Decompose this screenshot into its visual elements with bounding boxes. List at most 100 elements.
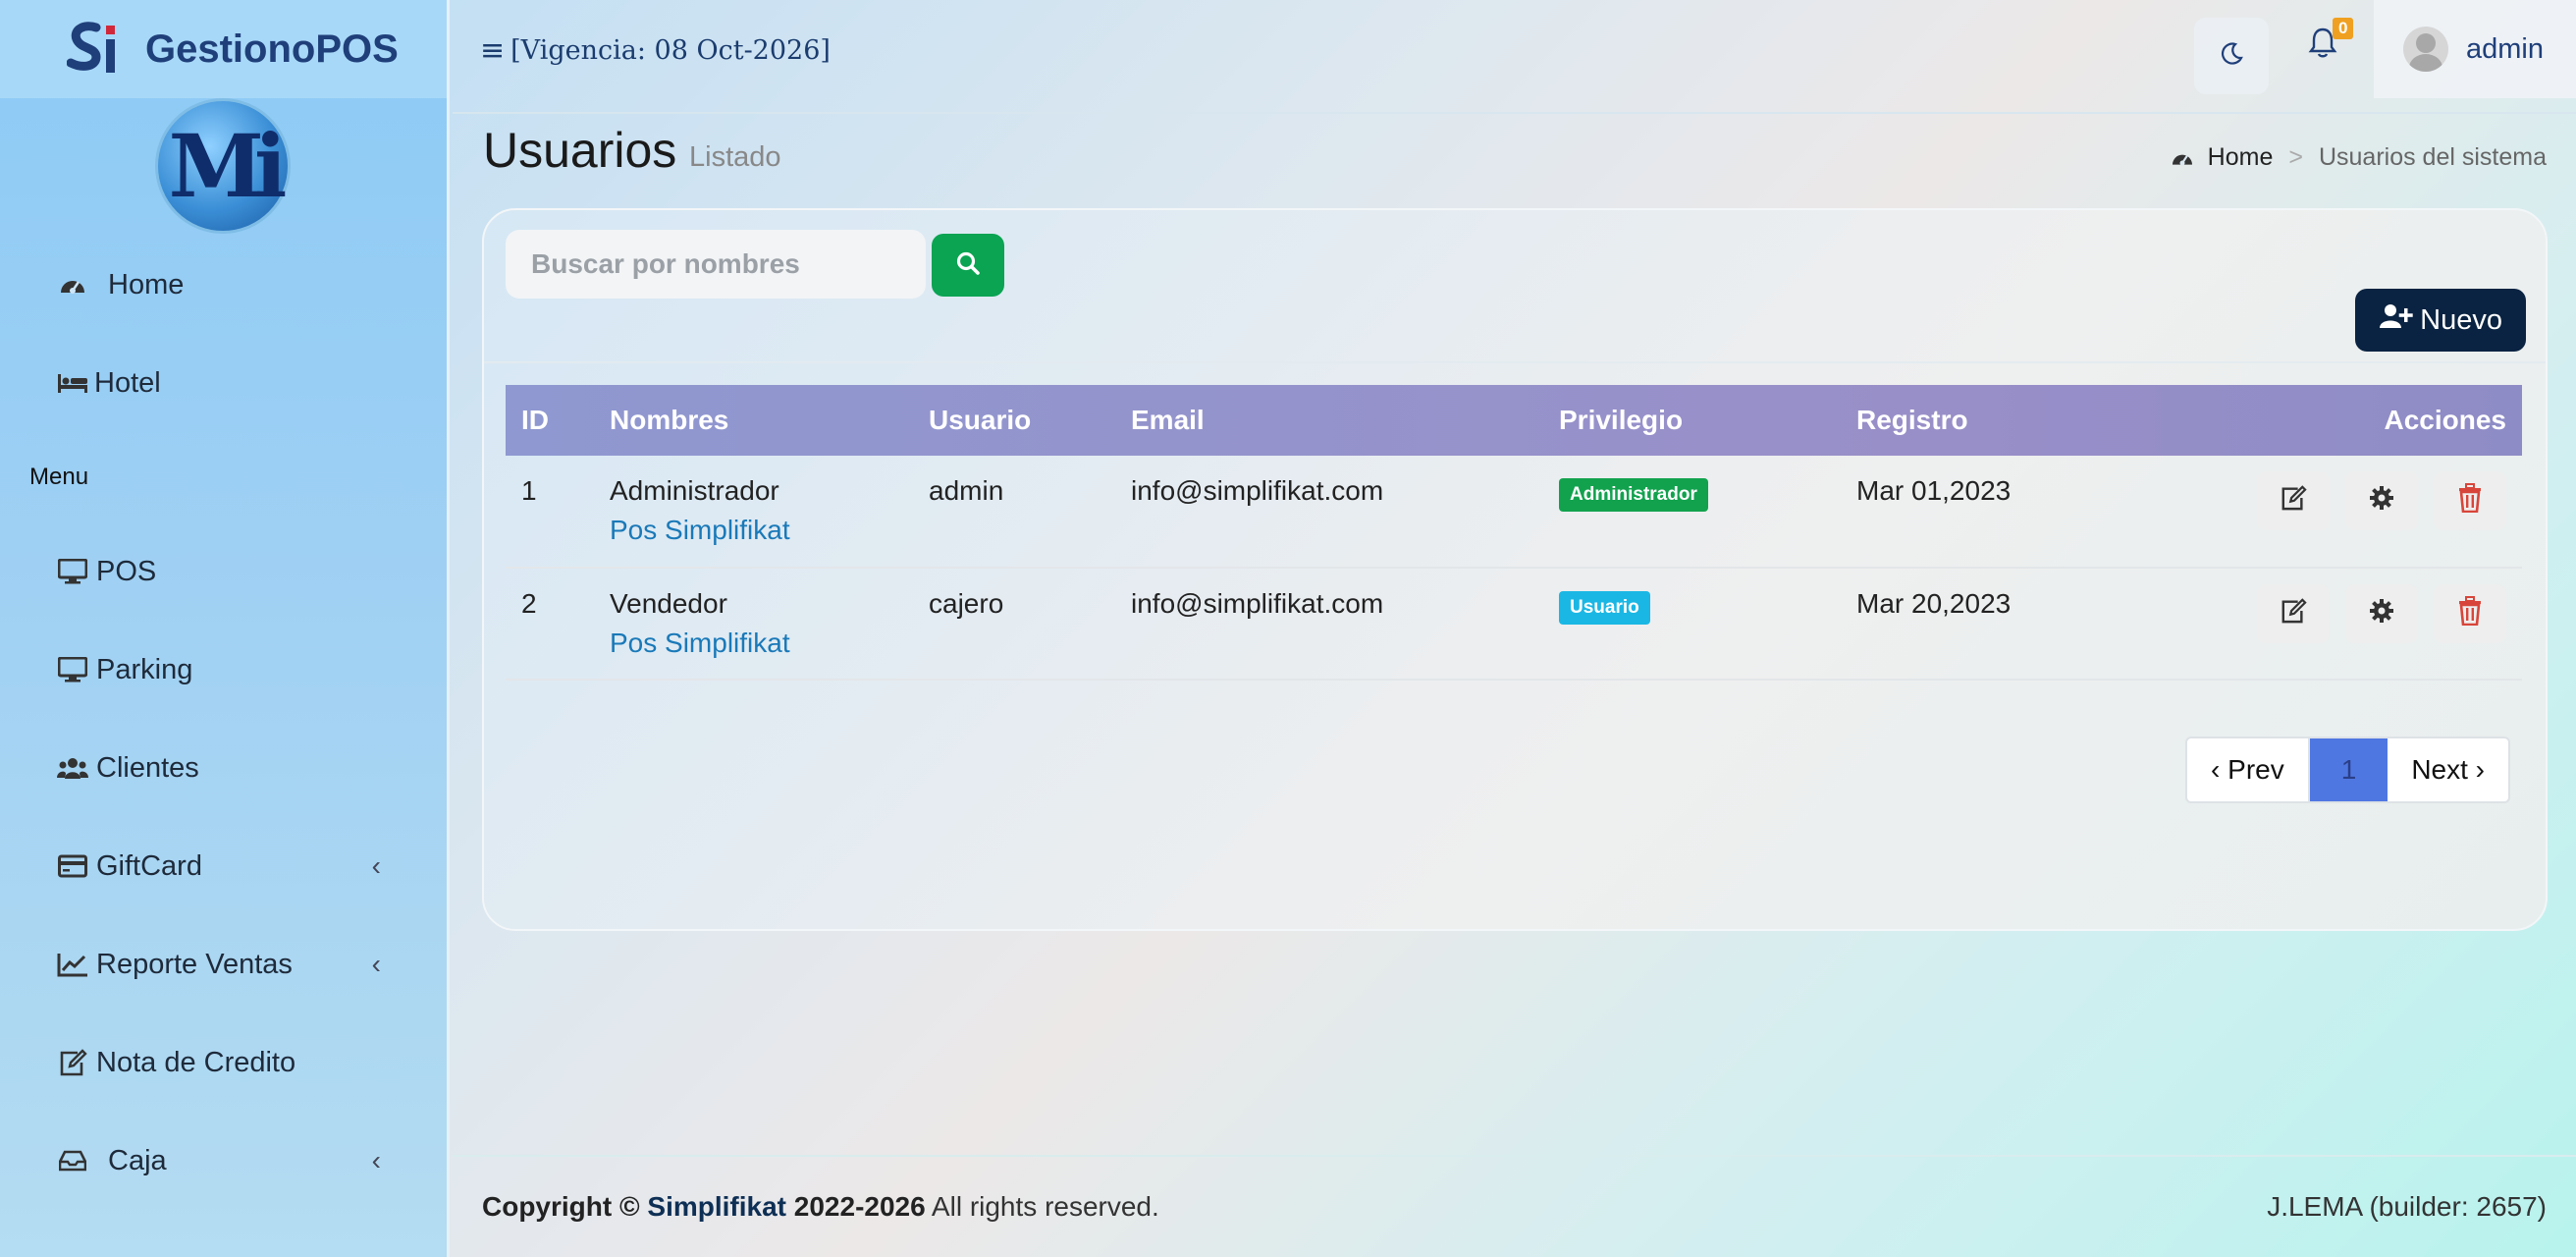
user-name: admin <box>2466 32 2544 65</box>
cell-usuario: cajero <box>913 568 1115 681</box>
footer: Copyright © Simplifikat 2022-2026 All ri… <box>453 1155 2576 1257</box>
sidebar-item-label: Home <box>108 268 185 301</box>
search-button[interactable] <box>932 234 1004 297</box>
builder-info: J.LEMA (builder: 2657) <box>2267 1191 2547 1222</box>
cell-nombres: Vendedor Pos Simplifikat <box>594 568 913 681</box>
cell-registro: Mar 01,2023 <box>1841 456 2135 569</box>
sidebar-item-hotel[interactable]: Hotel <box>0 334 450 432</box>
delete-button[interactable] <box>2434 584 2506 643</box>
credit-card-icon <box>57 854 88 878</box>
cell-id: 2 <box>506 568 594 681</box>
sidebar-item-reporte-ventas[interactable]: Reporte Ventas ‹ <box>0 915 450 1013</box>
sidebar-item-nota-de-credito[interactable]: Nota de Credito <box>0 1013 450 1112</box>
new-user-button-label: Nuevo <box>2420 303 2502 336</box>
table-row: 2 Vendedor Pos Simplifikat cajero info@s… <box>506 568 2522 681</box>
column-header-usuario: Usuario <box>929 405 1032 435</box>
copyright-company[interactable]: Simplifikat <box>647 1191 786 1222</box>
column-header-privilegio: Privilegio <box>1559 405 1684 435</box>
sidebar-nav: Home Hotel Menu POS Parking Clientes Gif… <box>0 236 450 1210</box>
sidebar-item-label: Hotel <box>94 366 161 399</box>
sidebar-item-label: Caja <box>108 1144 167 1176</box>
company-link[interactable]: Pos Simplifikat <box>610 628 913 659</box>
edit-icon <box>57 1049 88 1076</box>
column-header-acciones: Acciones <box>2384 405 2507 435</box>
line-chart-icon <box>57 952 88 977</box>
user-menu[interactable]: admin <box>2374 0 2576 98</box>
cell-privilegio: Administrador <box>1543 456 1841 569</box>
dashboard-icon <box>57 273 88 297</box>
cell-usuario: admin <box>913 456 1115 569</box>
topbar: ≡ [Vigencia: 08 Oct-2026] <box>453 0 2576 114</box>
settings-button[interactable] <box>2345 471 2419 530</box>
sidebar-item-label: POS <box>96 555 157 587</box>
dashboard-icon <box>2171 148 2194 168</box>
user-full-name: Vendedor <box>610 588 727 619</box>
user-full-name: Administrador <box>610 475 779 506</box>
dark-mode-toggle[interactable] <box>2194 18 2269 94</box>
divider <box>484 361 2546 363</box>
company-logo-text: Mi <box>168 115 288 217</box>
sidebar-item-giftcard[interactable]: GiftCard ‹ <box>0 817 450 915</box>
trash-icon <box>2457 482 2483 519</box>
edit-button[interactable] <box>2257 584 2331 643</box>
menu-header: Menu <box>29 464 89 490</box>
copyright-prefix: Copyright © <box>482 1191 640 1222</box>
sidebar-item-caja[interactable]: Caja ‹ <box>0 1112 450 1210</box>
vigencia-text: [Vigencia: 08 Oct-2026] <box>510 35 831 66</box>
cell-id: 1 <box>506 456 594 569</box>
chevron-left-icon: ‹ <box>371 949 381 979</box>
status-badge: Usuario <box>1559 591 1650 625</box>
pagination-prev[interactable]: ‹ Prev <box>2187 738 2310 801</box>
copyright-rights: All rights reserved. <box>931 1191 1159 1222</box>
pagination: ‹ Prev 1 Next › <box>2185 737 2510 803</box>
inbox-icon <box>57 1149 88 1173</box>
brand-logo-icon <box>66 22 126 77</box>
breadcrumb-home-link[interactable]: Home <box>2208 143 2274 172</box>
search-icon <box>955 250 981 281</box>
menu-toggle-icon[interactable]: ≡ <box>480 33 505 68</box>
sidebar: GestionoPOS Mi Home Hotel Menu POS Parki… <box>0 0 450 1257</box>
sidebar-item-pos[interactable]: POS <box>0 522 450 621</box>
column-header-registro: Registro <box>1856 405 1968 435</box>
status-badge: Administrador <box>1559 478 1708 512</box>
column-header-id: ID <box>521 405 549 435</box>
table-header-row: ID Nombres Usuario Email Privilegio Regi… <box>506 385 2522 456</box>
new-user-button[interactable]: Nuevo <box>2355 289 2526 352</box>
trash-icon <box>2457 595 2483 632</box>
pagination-next[interactable]: Next › <box>2388 738 2508 801</box>
breadcrumb-separator: > <box>2288 143 2303 171</box>
breadcrumb-current: Usuarios del sistema <box>2318 143 2547 171</box>
edit-button[interactable] <box>2257 471 2331 530</box>
sidebar-item-parking[interactable]: Parking <box>0 621 450 719</box>
vigencia-label: ≡ [Vigencia: 08 Oct-2026] <box>480 33 831 68</box>
gear-icon <box>2369 598 2394 630</box>
settings-button[interactable] <box>2345 584 2419 643</box>
notifications-badge: 0 <box>2333 18 2354 39</box>
copyright: Copyright © Simplifikat 2022-2026 All ri… <box>482 1191 1159 1223</box>
pagination-page-current[interactable]: 1 <box>2309 738 2388 801</box>
sidebar-item-label: Reporte Ventas <box>96 948 293 980</box>
edit-icon <box>2280 597 2308 630</box>
cell-registro: Mar 20,2023 <box>1841 568 2135 681</box>
sidebar-item-home[interactable]: Home <box>0 236 450 334</box>
chevron-left-icon: ‹ <box>371 1145 381 1175</box>
cell-nombres: Administrador Pos Simplifikat <box>594 456 913 569</box>
avatar <box>2403 27 2448 72</box>
company-link[interactable]: Pos Simplifikat <box>610 515 913 546</box>
users-card: Nuevo ID Nombres Usuario Email Privilegi… <box>482 208 2548 931</box>
cell-acciones <box>2135 456 2522 569</box>
sidebar-item-clientes[interactable]: Clientes <box>0 719 450 817</box>
cell-email: info@simplifikat.com <box>1115 456 1543 569</box>
users-table: ID Nombres Usuario Email Privilegio Regi… <box>506 385 2522 681</box>
table-row: 1 Administrador Pos Simplifikat admin in… <box>506 456 2522 569</box>
edit-icon <box>2280 484 2308 518</box>
page-title: Usuarios <box>483 123 677 178</box>
search-input[interactable] <box>506 230 926 299</box>
sidebar-item-label: Clientes <box>96 751 199 784</box>
delete-button[interactable] <box>2434 471 2506 530</box>
cell-privilegio: Usuario <box>1543 568 1841 681</box>
brand[interactable]: GestionoPOS <box>0 0 447 98</box>
bell-icon <box>2308 27 2337 63</box>
breadcrumb: Home > Usuarios del sistema <box>2171 143 2547 172</box>
sidebar-item-label: GiftCard <box>96 849 202 882</box>
